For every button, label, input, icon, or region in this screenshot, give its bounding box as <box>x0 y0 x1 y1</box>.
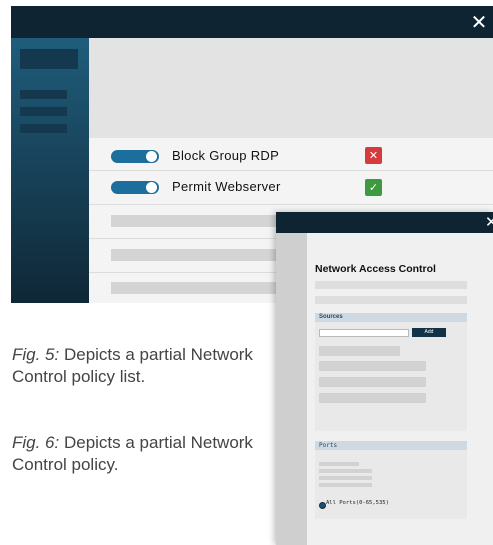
source-entry <box>319 393 426 403</box>
policy-row-placeholder <box>111 249 281 261</box>
policy-name[interactable]: Block Group RDP <box>172 148 279 163</box>
figure-label: Fig. 5: <box>12 345 60 364</box>
toggle-knob <box>146 182 157 193</box>
port-entry <box>319 483 372 487</box>
policy-toggle[interactable] <box>111 181 159 194</box>
sidebar-logo-placeholder <box>20 49 78 69</box>
row-divider <box>89 170 493 171</box>
policy-row-placeholder <box>111 282 281 294</box>
source-entry <box>319 361 426 371</box>
source-entry <box>319 346 400 356</box>
page-title: Network Access Control <box>315 263 436 275</box>
policy-name[interactable]: Permit Webserver <box>172 179 281 194</box>
sidebar <box>11 38 89 303</box>
sidebar-item[interactable] <box>20 124 67 133</box>
policy-list-header-area <box>89 38 493 138</box>
policy-toggle[interactable] <box>111 150 159 163</box>
port-entry <box>319 462 359 466</box>
x-icon: ✕ <box>365 147 382 164</box>
policy-row-placeholder <box>111 215 281 227</box>
sources-header: Sources <box>315 313 467 322</box>
figure-caption: Fig. 5: Depicts a partial Network Contro… <box>12 344 262 388</box>
add-source-button[interactable]: Add <box>412 328 446 337</box>
toggle-knob <box>146 151 157 162</box>
close-icon[interactable]: ✕ <box>470 12 488 32</box>
policy-detail-titlebar <box>276 212 493 233</box>
field-placeholder <box>315 281 467 289</box>
figure-label: Fig. 6: <box>12 433 60 452</box>
field-placeholder <box>315 296 467 304</box>
all-ports-radio[interactable] <box>319 502 326 509</box>
ports-section <box>315 441 467 519</box>
close-icon[interactable]: ✕ <box>485 213 493 231</box>
ports-header: Ports <box>315 441 467 450</box>
port-entry <box>319 469 372 473</box>
check-icon: ✓ <box>365 179 382 196</box>
port-entry <box>319 476 372 480</box>
sidebar-item[interactable] <box>20 107 67 116</box>
source-input[interactable] <box>319 329 409 337</box>
source-entry <box>319 377 426 387</box>
figure-caption: Fig. 6: Depicts a partial Network Contro… <box>12 432 262 476</box>
all-ports-label: All Ports(0-65,535) <box>326 500 389 506</box>
policy-list-titlebar <box>11 6 493 38</box>
sidebar-item[interactable] <box>20 90 67 99</box>
row-divider <box>89 204 493 205</box>
